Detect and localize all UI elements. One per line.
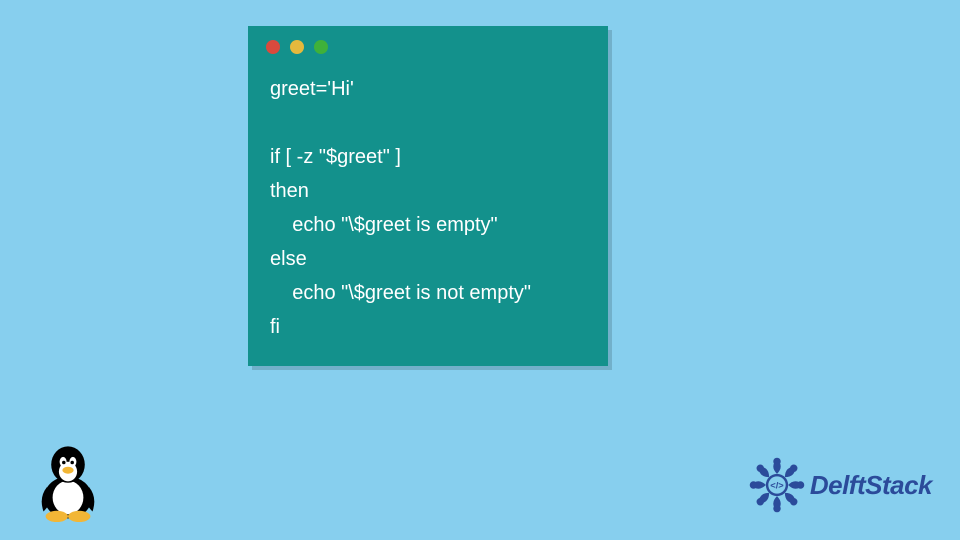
delftstack-badge-icon: </> [746, 454, 808, 516]
window-close-icon [266, 40, 280, 54]
window-minimize-icon [290, 40, 304, 54]
code-body: greet='Hi' if [ -z "$greet" ] then echo … [248, 62, 608, 366]
svg-text:</>: </> [770, 481, 784, 491]
window-maximize-icon [314, 40, 328, 54]
delftstack-logo: </> DelftStack [746, 454, 932, 516]
delftstack-name: DelftStack [810, 470, 932, 501]
tux-penguin-icon [32, 438, 104, 522]
window-controls [248, 26, 608, 62]
code-window: greet='Hi' if [ -z "$greet" ] then echo … [248, 26, 608, 366]
